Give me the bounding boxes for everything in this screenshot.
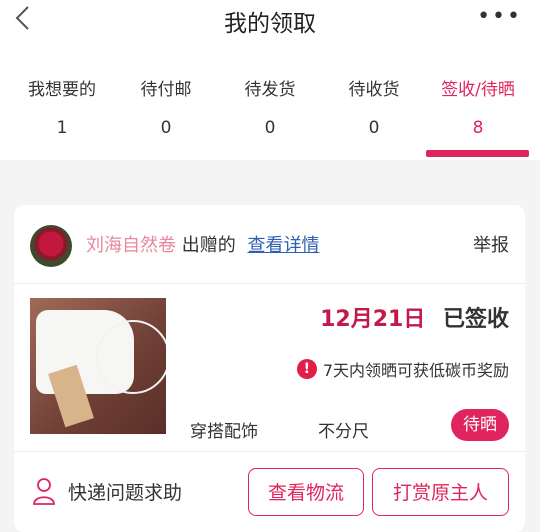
tip-owner-button[interactable]: 打赏原主人 (372, 468, 509, 516)
giver-line: 刘海自然卷 出赠的 查看详情 (86, 231, 319, 257)
active-tab-indicator (426, 150, 529, 157)
category-label: 穿搭配饰 (190, 422, 258, 442)
tab-label: 待收货 (348, 80, 400, 100)
tab-count: 0 (264, 118, 276, 138)
tab-to-receive[interactable]: 待收货 0 (322, 76, 426, 138)
tab-label: 签收/待晒 (441, 80, 515, 100)
tab-want[interactable]: 我想要的 1 (10, 76, 114, 138)
tab-label: 待付邮 (140, 80, 192, 100)
tab-count: 8 (472, 118, 484, 138)
signed-label: 已签收 (442, 307, 509, 332)
help-label: 快递问题求助 (68, 481, 183, 504)
item-card: 刘海自然卷 出赠的 查看详情 举报 12月21日 已签收 ! 7天内领晒可获低碳… (14, 205, 525, 532)
reward-notice: ! 7天内领晒可获低碳币奖励 (296, 357, 509, 381)
delivery-help[interactable]: 快递问题求助 (32, 477, 182, 505)
divider (14, 451, 525, 452)
view-logistics-button[interactable]: 查看物流 (248, 468, 364, 516)
reward-text: 7天内领晒可获低碳币奖励 (322, 361, 509, 380)
view-details-link[interactable]: 查看详情 (247, 235, 319, 256)
tab-bar: 我想要的 1 待付邮 0 待发货 0 待收货 0 签收/待晒 8 (0, 76, 540, 160)
more-icon[interactable]: ••• (477, 4, 522, 29)
tab-to-ship[interactable]: 待发货 0 (218, 76, 322, 138)
tab-count: 1 (56, 118, 68, 138)
warning-icon: ! (296, 359, 317, 379)
sign-status: 12月21日 已签收 (320, 301, 509, 333)
size-label: 不分尺 (318, 422, 369, 442)
tab-count: 0 (160, 118, 172, 138)
tab-label: 我想要的 (28, 80, 96, 100)
divider (14, 283, 525, 284)
page-title: 我的领取 (224, 11, 316, 37)
giver-name[interactable]: 刘海自然卷 (86, 235, 176, 256)
product-image[interactable] (30, 298, 166, 434)
header: 我的领取 ••• 我想要的 1 待付邮 0 待发货 0 待收货 0 签收/待晒 … (0, 0, 540, 160)
tab-pay-postage[interactable]: 待付邮 0 (114, 76, 218, 138)
avatar[interactable] (30, 225, 72, 267)
person-icon (33, 478, 55, 505)
report-button[interactable]: 举报 (473, 231, 509, 257)
sign-date: 12月21日 (320, 307, 426, 332)
tab-signed-share[interactable]: 签收/待晒 8 (426, 76, 530, 138)
gift-text: 出赠的 (181, 235, 236, 256)
pending-share-badge[interactable]: 待晒 (451, 409, 509, 441)
tab-count: 0 (368, 118, 380, 138)
tab-label: 待发货 (244, 80, 296, 100)
